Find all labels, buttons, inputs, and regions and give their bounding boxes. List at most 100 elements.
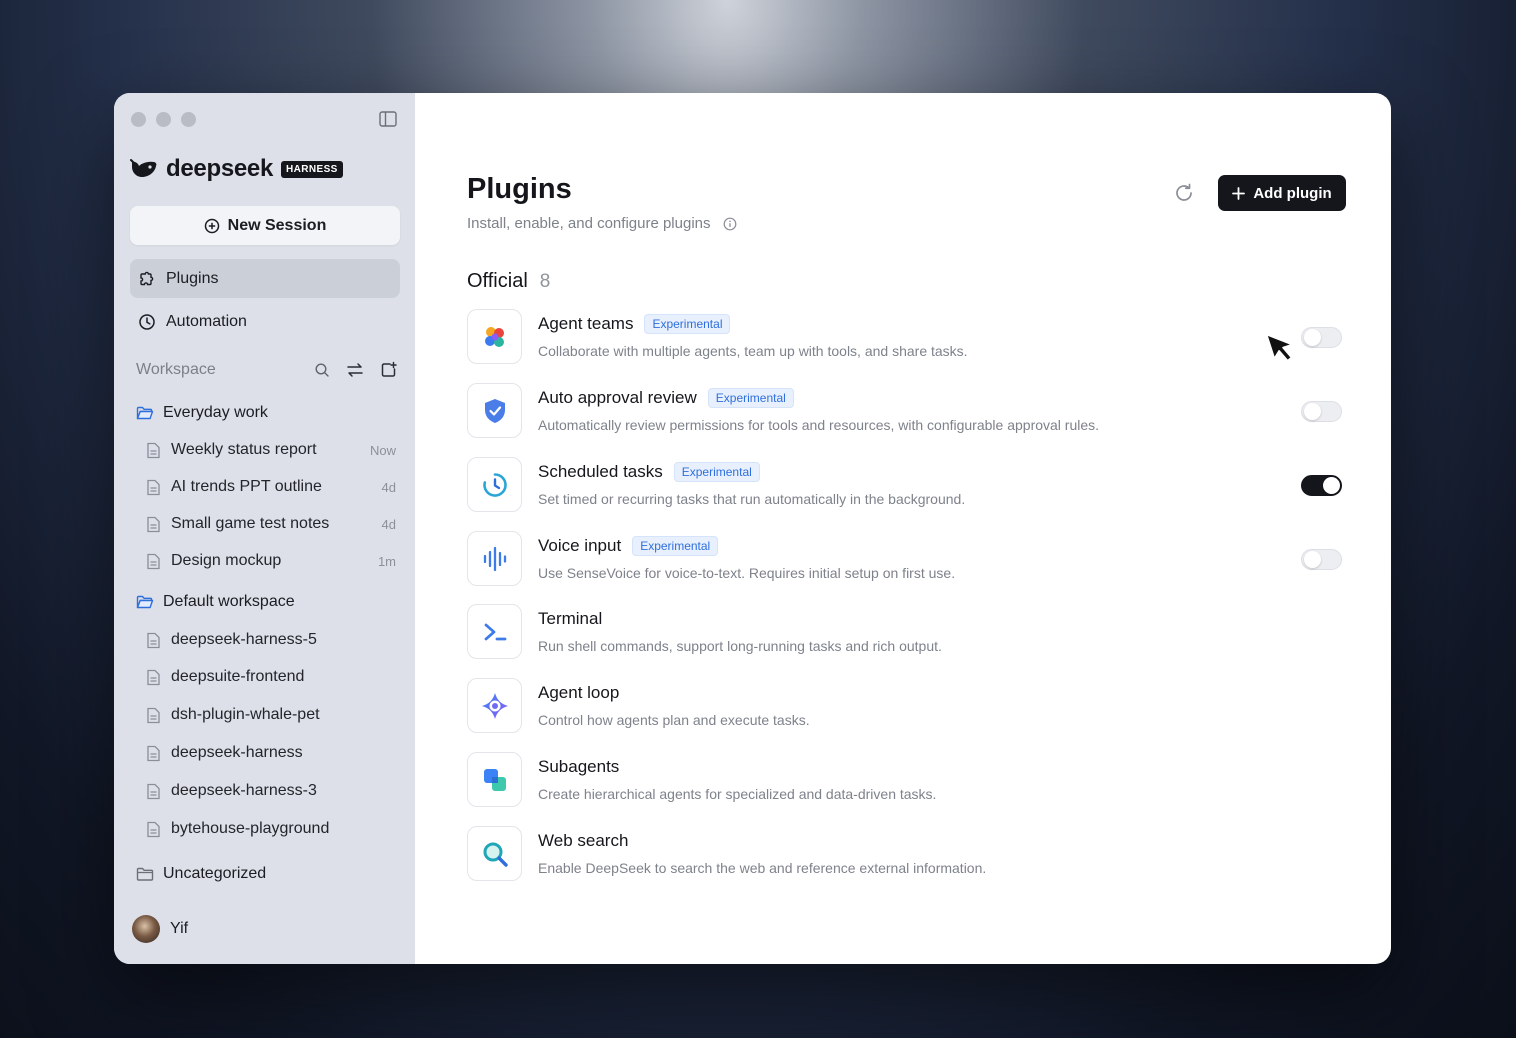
workspace-header: Workspace [136, 361, 398, 379]
info-icon[interactable] [723, 217, 737, 231]
subagents-icon [483, 768, 506, 791]
session-time: 4d [381, 516, 396, 532]
folder-icon [136, 867, 154, 881]
plus-icon [1232, 186, 1246, 200]
add-plugin-label: Add plugin [1253, 184, 1332, 202]
folder-label: Default workspace [163, 593, 295, 610]
session-name: deepsuite-frontend [171, 668, 305, 685]
nav-item-label: Plugins [166, 269, 219, 287]
session-name: Weekly status report [171, 441, 317, 458]
plugin-description: Set timed or recurring tasks that run au… [538, 491, 966, 507]
session-item[interactable]: dsh-plugin-whale-pet [146, 706, 396, 724]
experimental-badge: Experimental [644, 314, 731, 334]
add-plugin-button[interactable]: Add plugin [1218, 175, 1346, 211]
plugin-row-agent-teams: Agent teams Experimental Collaborate wit… [467, 309, 1343, 365]
plugin-row-subagents[interactable]: Subagents Create hierarchical agents for… [467, 752, 1343, 808]
whale-logo-icon [130, 159, 157, 177]
plugin-row-web-search[interactable]: Web search Enable DeepSeek to search the… [467, 826, 1343, 882]
window-controls [131, 112, 196, 127]
session-name: dsh-plugin-whale-pet [171, 706, 320, 723]
mouse-pointer-icon [1267, 333, 1294, 362]
nav-item-label: Automation [166, 312, 247, 330]
plugin-toggle[interactable] [1301, 475, 1342, 496]
terminal-icon [484, 623, 506, 640]
new-folder-icon[interactable] [380, 361, 398, 379]
session-item[interactable]: Design mockup 1m [146, 552, 396, 570]
user-name: Yif [170, 920, 189, 937]
plugin-name: Voice input [538, 536, 622, 555]
brand-logo: deepseek HARNESS [130, 155, 343, 183]
agent-teams-icon [484, 326, 504, 347]
plugin-description: Automatically review permissions for too… [538, 417, 1100, 433]
experimental-badge: Experimental [707, 388, 794, 408]
avatar [132, 915, 160, 943]
close-window-button[interactable] [131, 112, 146, 127]
user-profile[interactable]: Yif [132, 915, 188, 943]
plugin-description: Create hierarchical agents for specializ… [538, 786, 937, 802]
plugin-toggle[interactable] [1301, 327, 1342, 348]
session-item[interactable]: Weekly status report Now [146, 441, 396, 459]
plugin-icon-frame [467, 678, 522, 733]
plugin-description: Collaborate with multiple agents, team u… [538, 343, 968, 359]
session-item[interactable]: deepsuite-frontend [146, 668, 396, 686]
document-icon [147, 516, 160, 532]
nav-item-plugins[interactable]: Plugins [130, 259, 400, 298]
folder-everyday-work[interactable]: Everyday work [136, 404, 268, 422]
page-subtitle: Install, enable, and configure plugins [467, 215, 737, 232]
folder-open-icon [136, 406, 154, 420]
new-session-label: New Session [227, 216, 327, 234]
plugin-toggle[interactable] [1301, 401, 1342, 422]
session-item[interactable]: AI trends PPT outline 4d [146, 478, 396, 496]
sidebar-toggle-icon[interactable] [379, 111, 397, 127]
workspace-title: Workspace [136, 361, 216, 378]
main-content: Plugins Install, enable, and configure p… [415, 93, 1391, 964]
agent-loop-icon [481, 692, 508, 719]
document-icon [147, 707, 160, 723]
session-time: Now [369, 442, 396, 458]
clock-icon [139, 313, 155, 330]
session-item[interactable]: Small game test notes 4d [146, 515, 396, 533]
plugin-icon-frame [467, 531, 522, 586]
plugin-description: Enable DeepSeek to search the web and re… [538, 860, 987, 876]
session-name: deepseek-harness [171, 744, 303, 761]
switch-icon[interactable] [346, 362, 364, 378]
plugin-name: Auto approval review [538, 388, 697, 407]
nav-item-automation[interactable]: Automation [130, 302, 400, 341]
session-item[interactable]: bytehouse-playground [146, 820, 396, 838]
document-icon [147, 442, 160, 458]
document-icon [147, 553, 160, 569]
new-session-button[interactable]: New Session [130, 206, 400, 245]
session-item[interactable]: deepseek-harness-5 [146, 631, 396, 649]
plugin-name: Terminal [538, 609, 603, 628]
plus-circle-icon [204, 218, 219, 233]
folder-open-icon [136, 595, 154, 609]
folder-default-workspace[interactable]: Default workspace [136, 593, 295, 611]
folder-uncategorized[interactable]: Uncategorized [136, 865, 266, 883]
refresh-icon[interactable] [1173, 182, 1195, 204]
document-icon [147, 632, 160, 648]
zoom-window-button[interactable] [181, 112, 196, 127]
session-name: Small game test notes [171, 515, 330, 532]
plugin-row-agent-loop[interactable]: Agent loop Control how agents plan and e… [467, 678, 1343, 734]
plugin-name: Agent loop [538, 683, 620, 702]
session-item[interactable]: deepseek-harness [146, 744, 396, 762]
plugin-icon-frame [467, 309, 522, 364]
document-icon [147, 783, 160, 799]
plugin-icon-frame [467, 457, 522, 512]
puzzle-icon [140, 271, 154, 285]
document-icon [147, 745, 160, 761]
logo-text: deepseek [166, 155, 274, 182]
plugin-icon-frame [467, 383, 522, 438]
plugin-name: Web search [538, 831, 629, 850]
plugin-row-terminal[interactable]: Terminal Run shell commands, support lon… [467, 604, 1343, 660]
session-name: bytehouse-playground [171, 820, 330, 837]
session-item[interactable]: deepseek-harness-3 [146, 782, 396, 800]
waveform-icon [483, 546, 506, 571]
search-icon[interactable] [314, 362, 330, 378]
section-title: Official [467, 270, 528, 292]
session-name: deepseek-harness-5 [171, 631, 317, 648]
session-name: deepseek-harness-3 [171, 782, 317, 799]
session-name: Design mockup [171, 552, 282, 569]
plugin-toggle[interactable] [1301, 549, 1342, 570]
minimize-window-button[interactable] [156, 112, 171, 127]
